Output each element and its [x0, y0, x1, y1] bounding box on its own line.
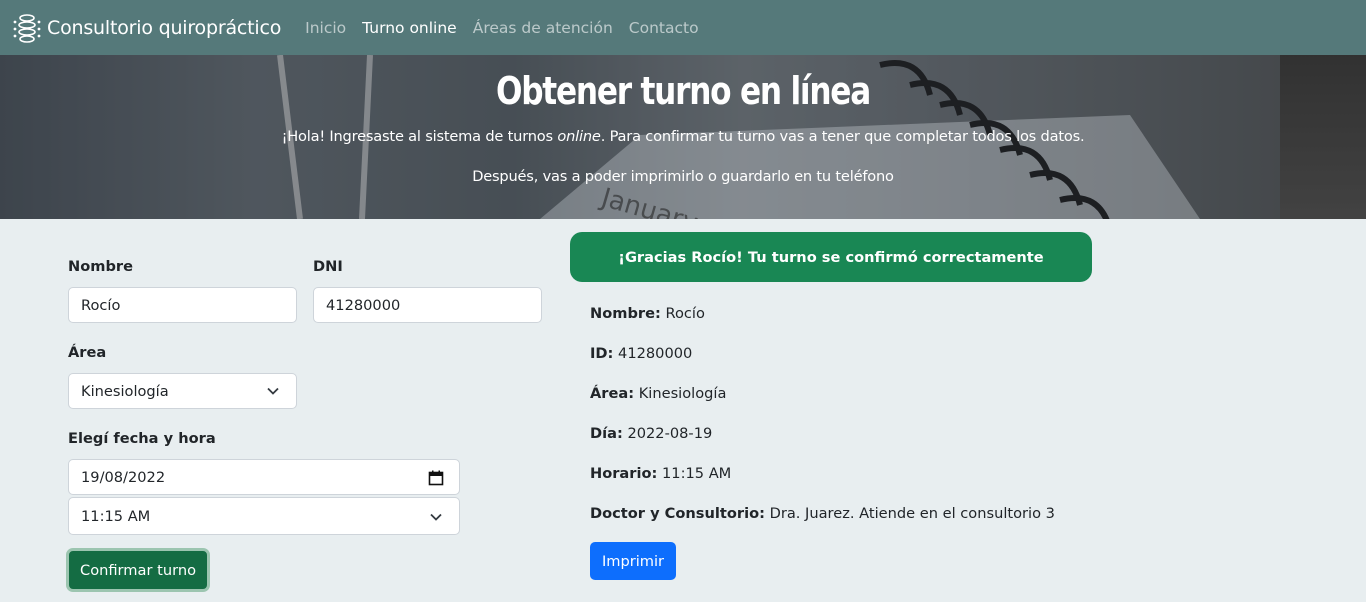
print-button[interactable]: Imprimir: [590, 542, 676, 580]
top-navbar: Consultorio quiropráctico Inicio Turno o…: [0, 0, 1366, 55]
chevron-down-icon: [267, 387, 279, 395]
summary-row-id: ID: 41280000: [590, 345, 693, 362]
confirm-button[interactable]: Confirmar turno: [66, 548, 210, 592]
nav-link-turno-online[interactable]: Turno online: [362, 19, 457, 37]
intro-text-2: Después, vas a poder imprimirlo o guarda…: [472, 168, 894, 185]
dni-input[interactable]: 41280000: [313, 287, 542, 323]
summary-row-nombre: Nombre: Rocío: [590, 305, 705, 322]
calendar-icon[interactable]: [428, 470, 444, 486]
success-alert: ¡Gracias Rocío! Tu turno se confirmó cor…: [570, 232, 1092, 282]
main-nav: Inicio Turno online Áreas de atención Co…: [305, 19, 714, 37]
hero-banner: January Obtener turno en línea ¡Hola! In…: [0, 55, 1366, 219]
summary-row-dia: Día: 2022-08-19: [590, 425, 713, 442]
brand-name: Consultorio quiropráctico: [47, 16, 282, 39]
nombre-label: Nombre: [68, 258, 133, 275]
summary-row-area: Área: Kinesiología: [590, 385, 727, 402]
summary-row-doctor: Doctor y Consultorio: Dra. Juarez. Atien…: [590, 505, 1055, 522]
summary-row-horario: Horario: 11:15 AM: [590, 465, 732, 482]
fecha-input[interactable]: 19/08/2022: [68, 459, 460, 495]
spine-icon: [13, 13, 41, 43]
dni-label: DNI: [313, 258, 343, 275]
nav-link-inicio[interactable]: Inicio: [305, 19, 346, 37]
nav-link-contacto[interactable]: Contacto: [629, 19, 699, 37]
fecha-label: Elegí fecha y hora: [68, 430, 216, 447]
brand-link[interactable]: Consultorio quiropráctico: [12, 13, 281, 43]
intro-text: ¡Hola! Ingresaste al sistema de turnos o…: [281, 128, 1085, 145]
area-label: Área: [68, 344, 107, 361]
nav-link-areas[interactable]: Áreas de atención: [473, 19, 613, 37]
area-select[interactable]: Kinesiología: [68, 373, 297, 409]
chevron-down-icon: [430, 513, 442, 521]
page-title: Obtener turno en línea: [495, 69, 871, 113]
hora-select[interactable]: 11:15 AM: [68, 497, 460, 535]
nombre-input[interactable]: Rocío: [68, 287, 297, 323]
